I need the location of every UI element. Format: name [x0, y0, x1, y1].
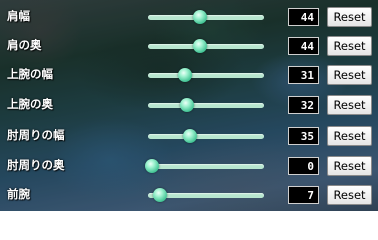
value-field[interactable]: 7 [288, 186, 319, 204]
slider-knob[interactable] [182, 129, 197, 143]
reset-button[interactable]: Reset [327, 156, 372, 176]
slider-knob[interactable] [145, 159, 159, 173]
slider-track[interactable] [148, 39, 264, 53]
slider-label: 上腕の奥 [7, 97, 53, 111]
slider-knob[interactable] [192, 10, 207, 24]
slider-track[interactable] [145, 159, 264, 173]
reset-button[interactable]: Reset [327, 36, 372, 56]
slider-track[interactable] [148, 188, 264, 202]
slider-track[interactable] [148, 10, 264, 24]
slider-knob[interactable] [192, 39, 207, 53]
reset-button[interactable]: Reset [327, 65, 372, 85]
slider-knob[interactable] [178, 68, 193, 82]
value-field[interactable]: 31 [288, 66, 319, 84]
reset-button[interactable]: Reset [327, 126, 372, 146]
slider-label: 肩の奥 [7, 38, 42, 52]
slider-track[interactable] [148, 68, 264, 82]
slider-label: 肩幅 [7, 9, 30, 23]
slider-label: 肘周りの幅 [7, 128, 65, 142]
slider-row-forearm: 前腕 7 Reset [0, 180, 378, 210]
value-field[interactable]: 35 [288, 127, 319, 145]
slider-row-upper-arm-width: 上腕の幅 31 Reset [0, 60, 378, 90]
slider-label: 上腕の幅 [7, 67, 53, 81]
slider-knob[interactable] [152, 188, 167, 202]
value-field[interactable]: 44 [288, 37, 319, 55]
slider-row-shoulder-depth: 肩の奥 44 Reset [0, 31, 378, 61]
slider-row-elbow-width: 肘周りの幅 35 Reset [0, 121, 378, 151]
slider-row-upper-arm-depth: 上腕の奥 32 Reset [0, 90, 378, 120]
slider-label: 前腕 [7, 187, 30, 201]
slider-row-elbow-depth: 肘周りの奥 0 Reset [0, 151, 378, 181]
slider-track[interactable] [148, 129, 264, 143]
slider-track[interactable] [148, 98, 264, 112]
slider-label: 肘周りの奥 [7, 158, 65, 172]
value-field[interactable]: 0 [288, 157, 319, 175]
slider-row-shoulder-width: 肩幅 44 Reset [0, 2, 378, 32]
slider-knob[interactable] [179, 98, 194, 112]
value-field[interactable]: 44 [288, 8, 319, 26]
value-field[interactable]: 32 [288, 96, 319, 114]
reset-button[interactable]: Reset [327, 185, 372, 205]
reset-button[interactable]: Reset [327, 95, 372, 115]
reset-button[interactable]: Reset [327, 7, 372, 27]
